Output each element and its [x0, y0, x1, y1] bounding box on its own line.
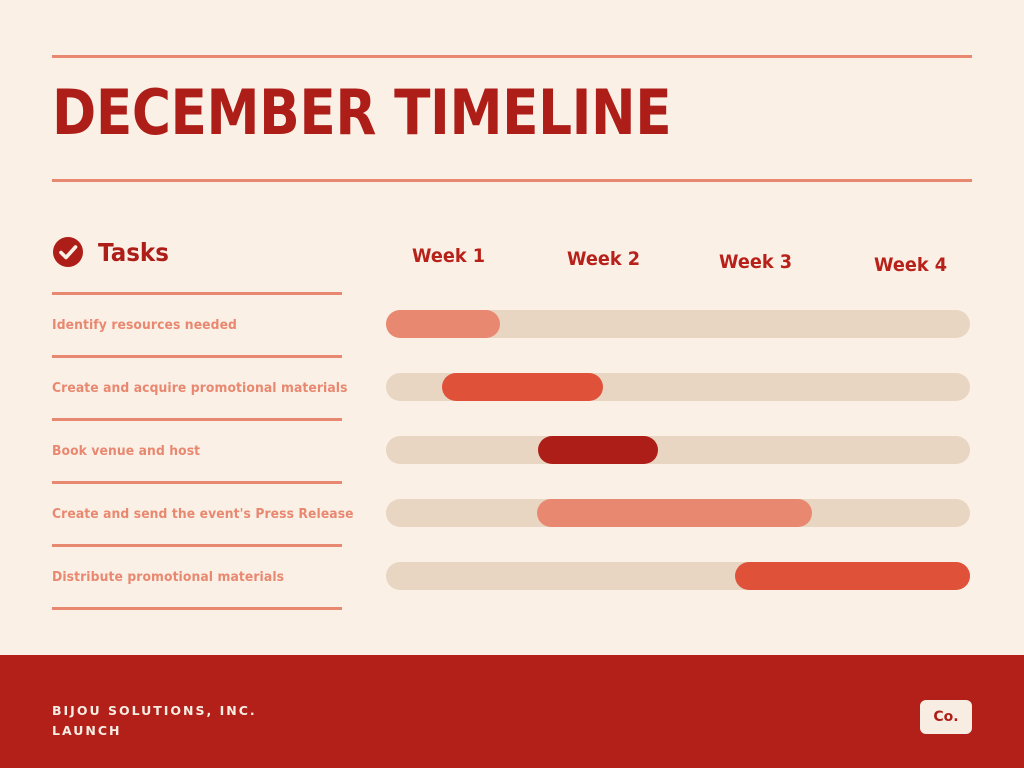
- task-row[interactable]: Distribute promotional materials: [52, 547, 342, 607]
- page-title: DECEMBER TIMELINE: [52, 76, 672, 149]
- gantt-row: [386, 481, 970, 544]
- gantt-track: [386, 561, 970, 590]
- task-row[interactable]: Identify resources needed: [52, 295, 342, 355]
- footer-bar: BIJOU SOLUTIONS, INC. LAUNCH Co.: [0, 655, 1024, 768]
- gantt-row: [386, 292, 970, 355]
- gantt-track: [386, 309, 970, 338]
- task-name-label: Create and send the event's Press Releas…: [52, 506, 354, 522]
- task-name-label: Distribute promotional materials: [52, 569, 285, 585]
- task-row[interactable]: Book venue and host: [52, 421, 342, 481]
- footer-subtitle-line: LAUNCH: [52, 723, 122, 738]
- footer-text: BIJOU SOLUTIONS, INC. LAUNCH: [52, 701, 257, 741]
- company-logo-text: Co.: [933, 709, 959, 725]
- task-name-label: Identify resources needed: [52, 317, 237, 333]
- gantt-row: [386, 355, 970, 418]
- task-divider: [52, 607, 342, 610]
- week-label-2: Week 2: [567, 248, 641, 270]
- task-row[interactable]: Create and acquire promotional materials: [52, 358, 347, 418]
- gantt-track: [386, 498, 970, 527]
- top-divider: [52, 55, 972, 58]
- tasks-label: Tasks: [98, 237, 169, 267]
- gantt-chart-area: [386, 292, 970, 607]
- task-name-column: Identify resources needed Create and acq…: [52, 292, 354, 610]
- gantt-track: [386, 435, 970, 464]
- week-header-row: Week 1 Week 2 Week 3 Week 4: [386, 234, 970, 276]
- gantt-row: [386, 418, 970, 481]
- gantt-bar[interactable]: [386, 309, 500, 338]
- gantt-row: [386, 544, 970, 607]
- check-circle-icon: [52, 236, 84, 268]
- title-underline-divider: [52, 179, 972, 182]
- tasks-column-header: Tasks: [52, 236, 175, 268]
- gantt-bar[interactable]: [537, 435, 658, 464]
- timeline-slide: DECEMBER TIMELINE Tasks Week 1 Week 2 We…: [0, 0, 1024, 768]
- gantt-bar[interactable]: [442, 372, 604, 401]
- company-logo-badge[interactable]: Co.: [920, 700, 972, 734]
- footer-company-line: BIJOU SOLUTIONS, INC.: [52, 703, 257, 718]
- task-row[interactable]: Create and send the event's Press Releas…: [52, 484, 354, 544]
- gantt-bar[interactable]: [537, 498, 813, 527]
- task-name-label: Book venue and host: [52, 443, 201, 459]
- gantt-bar[interactable]: [735, 561, 970, 590]
- task-name-label: Create and acquire promotional materials: [52, 380, 348, 396]
- week-label-4: Week 4: [873, 254, 947, 276]
- week-label-1: Week 1: [412, 245, 486, 267]
- gantt-track: [386, 372, 970, 401]
- week-label-3: Week 3: [718, 251, 792, 273]
